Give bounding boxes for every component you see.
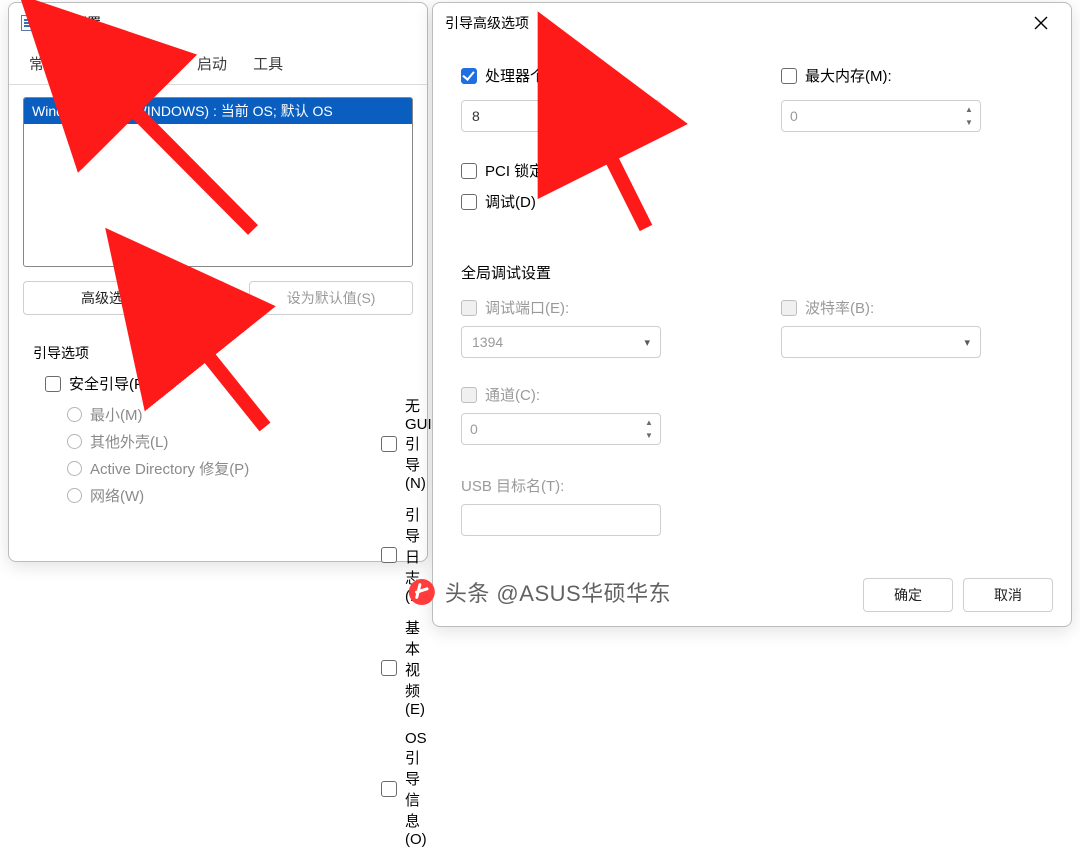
- tab-startup[interactable]: 启动: [195, 45, 229, 84]
- checkbox-icon: [461, 387, 477, 403]
- tabstrip: 常规 引导 服务 启动 工具: [9, 45, 427, 85]
- debug-port-select: 1394 ▾: [461, 326, 661, 358]
- boot-tab-content: Windows 11 (C:\WINDOWS) : 当前 OS; 默认 OS 高…: [9, 85, 427, 532]
- max-memory-input: 0 ▲ ▼: [781, 100, 981, 132]
- max-memory-value: 0: [790, 108, 798, 124]
- titlebar: 引导高级选项: [433, 3, 1071, 43]
- close-icon: [1034, 16, 1048, 30]
- usb-target-input: [461, 504, 661, 536]
- channel-value: 0: [470, 421, 478, 437]
- safe-boot-checkbox[interactable]: 安全引导(F): [45, 373, 405, 394]
- checkbox-icon: [461, 300, 477, 316]
- checkbox-icon: [381, 660, 397, 676]
- set-default-button: 设为默认值(S): [249, 281, 413, 315]
- checkbox-icon: [461, 194, 477, 210]
- tab-tools[interactable]: 工具: [251, 45, 285, 84]
- os-listbox[interactable]: Windows 11 (C:\WINDOWS) : 当前 OS; 默认 OS: [23, 97, 413, 267]
- channel-checkbox: 通道(C):: [461, 384, 661, 405]
- spin-up-icon: ▲: [640, 416, 658, 429]
- radio-minimal: 最小(M): [67, 404, 405, 425]
- tab-general[interactable]: 常规: [27, 45, 61, 84]
- msconfig-icon: [21, 15, 37, 31]
- channel-label: 通道(C):: [485, 384, 540, 405]
- radio-icon: [67, 488, 82, 503]
- dialog-title: 引导高级选项: [445, 13, 529, 33]
- spin-down-icon: ▼: [960, 116, 978, 129]
- close-button[interactable]: [1023, 5, 1059, 41]
- ok-button[interactable]: 确定: [863, 578, 953, 612]
- debug-label: 调试(D): [485, 191, 536, 212]
- tab-boot[interactable]: 引导: [83, 45, 117, 84]
- os-list-item[interactable]: Windows 11 (C:\WINDOWS) : 当前 OS; 默认 OS: [24, 98, 412, 124]
- watermark: 头条 @ASUS华硕华东: [409, 576, 671, 608]
- radio-ad-repair: Active Directory 修复(P): [67, 458, 405, 479]
- boot-advanced-dialog: 引导高级选项 处理器个数(N): 8 ▾ PCI 锁定(P): [432, 2, 1072, 627]
- nogui-checkbox[interactable]: 无 GUI 引导(N): [381, 395, 432, 492]
- baud-rate-label: 波特率(B):: [805, 297, 874, 318]
- spinner: ▲ ▼: [960, 103, 978, 129]
- cpu-count-label: 处理器个数(N):: [485, 65, 585, 86]
- cancel-button[interactable]: 取消: [963, 578, 1053, 612]
- pci-lock-label: PCI 锁定(P): [485, 160, 564, 181]
- checkbox-icon: [381, 436, 397, 452]
- cpu-count-checkbox[interactable]: 处理器个数(N):: [461, 65, 661, 86]
- msconfig-window: 系统配置 常规 引导 服务 启动 工具 Windows 11 (C:\WINDO…: [8, 2, 428, 562]
- radio-network: 网络(W): [67, 485, 405, 506]
- chevron-down-icon: ▾: [644, 336, 650, 349]
- chevron-down-icon: ▾: [964, 336, 970, 349]
- checkbox-icon: [461, 163, 477, 179]
- debug-port-value: 1394: [472, 334, 503, 350]
- spin-up-icon: ▲: [960, 103, 978, 116]
- radio-icon: [67, 434, 82, 449]
- fieldset-legend: 引导选项: [31, 343, 405, 369]
- debug-port-label: 调试端口(E):: [485, 297, 569, 318]
- checkbox-icon: [461, 68, 477, 84]
- osinfo-checkbox[interactable]: OS 引导信息(O): [381, 730, 432, 848]
- usb-target-label: USB 目标名(T):: [461, 475, 661, 496]
- tab-services[interactable]: 服务: [139, 45, 173, 84]
- safe-boot-label: 安全引导(F): [69, 373, 148, 394]
- cpu-count-value: 8: [472, 108, 480, 124]
- boot-options-fieldset: 引导选项 安全引导(F) 最小(M) 其他外壳(L) Active Direct…: [23, 333, 413, 520]
- watermark-icon: [409, 579, 435, 605]
- spin-down-icon: ▼: [640, 429, 658, 442]
- checkbox-icon: [381, 547, 397, 563]
- pci-lock-checkbox[interactable]: PCI 锁定(P): [461, 160, 661, 181]
- cpu-count-select[interactable]: 8 ▾: [461, 100, 661, 132]
- watermark-text: 头条 @ASUS华硕华东: [445, 576, 671, 608]
- radio-icon: [67, 461, 82, 476]
- window-title: 系统配置: [45, 13, 101, 33]
- boot-right-column: 无 GUI 引导(N) 引导日志(B) 基本视频(E) OS 引导信息(O): [381, 391, 432, 860]
- baud-rate-select: ▾: [781, 326, 981, 358]
- max-memory-label: 最大内存(M):: [805, 65, 892, 86]
- advanced-options-button[interactable]: 高级选项(V)...: [23, 281, 225, 315]
- global-debug-title: 全局调试设置: [461, 262, 1053, 283]
- debug-checkbox[interactable]: 调试(D): [461, 191, 661, 212]
- baud-rate-checkbox: 波特率(B):: [781, 297, 981, 318]
- checkbox-icon: [781, 68, 797, 84]
- debug-port-checkbox: 调试端口(E):: [461, 297, 661, 318]
- checkbox-icon: [781, 300, 797, 316]
- radio-icon: [67, 407, 82, 422]
- checkbox-icon: [45, 376, 61, 392]
- checkbox-icon: [381, 781, 397, 797]
- titlebar: 系统配置: [9, 3, 427, 43]
- basevideo-checkbox[interactable]: 基本视频(E): [381, 617, 432, 718]
- chevron-down-icon: ▾: [644, 110, 650, 123]
- radio-altshell: 其他外壳(L): [67, 431, 405, 452]
- channel-input: 0 ▲ ▼: [461, 413, 661, 445]
- max-memory-checkbox[interactable]: 最大内存(M):: [781, 65, 981, 86]
- spinner: ▲ ▼: [640, 416, 658, 442]
